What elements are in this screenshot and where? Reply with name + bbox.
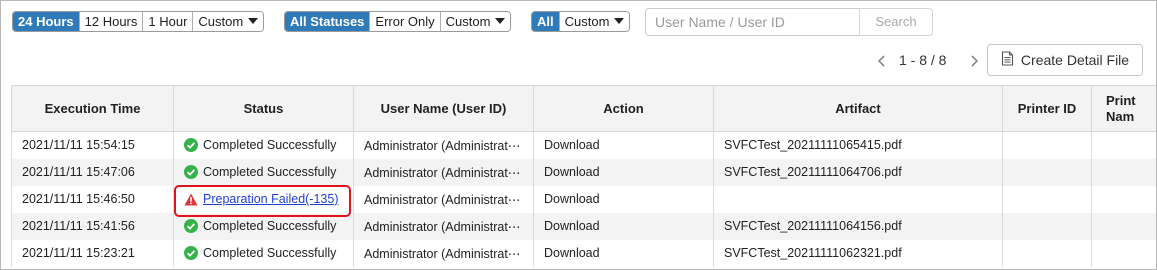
cell-status: Completed Successfully	[173, 239, 354, 267]
filter-time-custom-dropdown[interactable]: Custom	[192, 12, 264, 31]
cell-user-name: Administrator (Administrat⋯	[353, 131, 534, 159]
filter-12-hours[interactable]: 12 Hours	[78, 12, 143, 31]
check-circle-icon	[184, 246, 198, 260]
cell-status: Completed Successfully	[173, 212, 354, 240]
cell-printer-name	[1091, 239, 1156, 267]
status-filter: All Statuses Error Only Custom	[284, 11, 512, 32]
cell-printer-name	[1091, 212, 1156, 240]
cell-user-name: Administrator (Administrat⋯	[353, 185, 534, 213]
status-text: Completed Successfully	[203, 246, 337, 260]
column-header-printer-id[interactable]: Printer ID	[1002, 85, 1092, 132]
cell-artifact: SVFCTest_20211111062321.pdf	[713, 239, 1003, 267]
column-header-action[interactable]: Action	[533, 85, 714, 132]
status-text: Completed Successfully	[203, 138, 337, 153]
cell-action: Download	[533, 212, 714, 240]
chevron-right-icon[interactable]	[968, 53, 980, 69]
column-header-artifact[interactable]: Artifact	[713, 85, 1003, 132]
filter-status-custom-dropdown[interactable]: Custom	[439, 12, 511, 31]
cell-execution-time: 2021/11/11 15:47:06	[11, 158, 174, 186]
printer-name-header-line2: Nam	[1106, 108, 1135, 124]
execution-history-table: Execution Time Status User Name (User ID…	[11, 85, 1156, 267]
filter-1-hour[interactable]: 1 Hour	[142, 12, 193, 31]
cell-printer-name	[1091, 158, 1156, 186]
column-header-status[interactable]: Status	[173, 85, 354, 132]
check-circle-icon	[184, 219, 198, 233]
cell-execution-time: 2021/11/11 15:54:15	[11, 131, 174, 159]
status-text: Completed Successfully	[203, 165, 337, 179]
cell-status: Completed Successfully	[173, 131, 354, 159]
filter-24-hours[interactable]: 24 Hours	[13, 12, 79, 31]
table-row[interactable]: 2021/11/11 15:46:50 Preparation Failed(-…	[11, 185, 1156, 213]
execution-history-panel: 24 Hours 12 Hours 1 Hour Custom All Stat…	[0, 0, 1157, 270]
cell-status: Completed Successfully	[173, 158, 354, 186]
column-header-user-name[interactable]: User Name (User ID)	[353, 85, 534, 132]
cell-user-name: Administrator (Administrat⋯	[353, 239, 534, 267]
table-row[interactable]: 2021/11/11 15:23:21 Completed Successful…	[11, 239, 1156, 267]
cell-action: Download	[533, 158, 714, 186]
cell-artifact: SVFCTest_20211111064706.pdf	[713, 158, 1003, 186]
create-detail-file-label: Create Detail File	[1020, 52, 1130, 68]
column-header-printer-name[interactable]: Print Nam	[1091, 85, 1156, 132]
warning-triangle-icon	[184, 193, 198, 205]
cell-execution-time: 2021/11/11 15:41:56	[11, 212, 174, 240]
cell-status: Preparation Failed(-135)	[173, 185, 354, 213]
user-search-input[interactable]	[645, 8, 860, 36]
cell-action: Download	[533, 239, 714, 267]
cell-user-name: Administrator (Administrat⋯	[353, 212, 534, 240]
cell-printer-id	[1002, 185, 1092, 213]
time-range-filter: 24 Hours 12 Hours 1 Hour Custom	[12, 11, 265, 32]
type-filter: All Custom	[531, 11, 631, 32]
table-row[interactable]: 2021/11/11 15:41:56 Completed Successful…	[11, 212, 1156, 240]
custom-label: Custom	[198, 14, 244, 29]
cell-action: Download	[533, 185, 714, 213]
cell-execution-time: 2021/11/11 15:23:21	[11, 239, 174, 267]
filter-all[interactable]: All	[532, 12, 559, 31]
table-header-row: Execution Time Status User Name (User ID…	[11, 85, 1156, 132]
check-circle-icon	[184, 165, 198, 179]
custom-label: Custom	[445, 14, 491, 29]
custom-label: Custom	[564, 14, 610, 29]
table-row[interactable]: 2021/11/11 15:47:06 Completed Successful…	[11, 158, 1156, 186]
search-button[interactable]: Search	[859, 8, 933, 36]
filter-error-only[interactable]: Error Only	[369, 12, 440, 31]
document-icon	[1001, 51, 1014, 69]
printer-name-header-line1: Print	[1106, 92, 1136, 108]
cell-printer-id	[1002, 239, 1092, 267]
cell-printer-name	[1091, 131, 1156, 159]
filter-all-statuses[interactable]: All Statuses	[285, 12, 370, 31]
caret-down-icon	[248, 18, 259, 24]
create-detail-file-button[interactable]: Create Detail File	[987, 44, 1143, 76]
cell-artifact: SVFCTest_20211111064156.pdf	[713, 212, 1003, 240]
cell-action: Download	[533, 131, 714, 159]
cell-printer-id	[1002, 131, 1092, 159]
status-text: Completed Successfully	[203, 219, 337, 233]
column-header-execution-time[interactable]: Execution Time	[11, 85, 174, 132]
check-circle-icon	[184, 138, 198, 153]
status-error-link[interactable]: Preparation Failed(-135)	[203, 192, 339, 206]
caret-down-icon	[614, 18, 625, 24]
cell-printer-id	[1002, 212, 1092, 240]
cell-user-name: Administrator (Administrat⋯	[353, 158, 534, 186]
filter-type-custom-dropdown[interactable]: Custom	[558, 12, 630, 31]
cell-printer-name	[1091, 185, 1156, 213]
cell-execution-time: 2021/11/11 15:46:50	[11, 185, 174, 213]
cell-artifact: SVFCTest_20211111065415.pdf	[713, 131, 1003, 159]
table-row[interactable]: 2021/11/11 15:54:15 Completed Successful…	[11, 131, 1156, 159]
pager-range: 1 - 8 / 8	[899, 52, 947, 68]
caret-down-icon	[495, 18, 506, 24]
cell-artifact	[713, 185, 1003, 213]
chevron-left-icon[interactable]	[876, 53, 888, 69]
cell-printer-id	[1002, 158, 1092, 186]
